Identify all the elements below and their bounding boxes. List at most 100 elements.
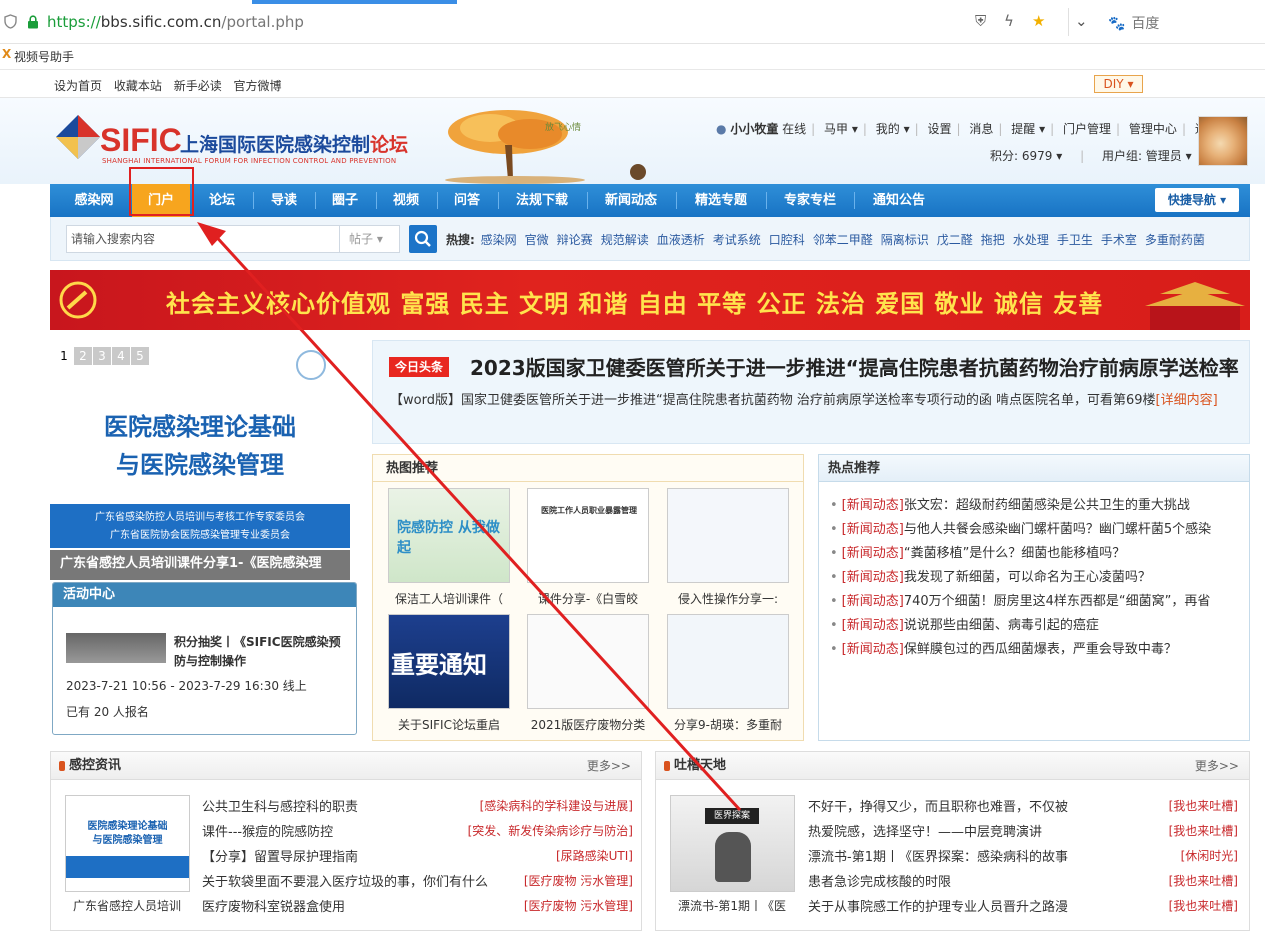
- topbar-link[interactable]: 收藏本站: [114, 79, 162, 93]
- slider-page[interactable]: 2: [74, 347, 92, 365]
- user-menu-my[interactable]: 我的: [876, 122, 900, 136]
- logo-sific[interactable]: SIFIC: [100, 122, 182, 159]
- search-engine-box[interactable]: 🐾 百度: [1108, 13, 1159, 33]
- talk-thumb-caption[interactable]: 漂流书-第1期丨《医: [678, 897, 786, 914]
- hot-search-link[interactable]: 手术室: [1101, 233, 1137, 247]
- chevron-down-icon[interactable]: ⌄: [1075, 12, 1088, 30]
- nav-item-ganran[interactable]: 感染网: [50, 184, 138, 217]
- nav-item-experts[interactable]: 专家专栏: [766, 184, 854, 217]
- activity-thumbnail[interactable]: [66, 633, 166, 663]
- hot-search-link[interactable]: 水处理: [1013, 233, 1049, 247]
- news-tag[interactable]: [医疗废物 污水管理]: [450, 897, 633, 914]
- talk-tag[interactable]: [我也来吐槽]: [1120, 797, 1238, 814]
- talk-item[interactable]: 患者急诊完成核酸的时限: [808, 871, 951, 890]
- nav-item-news[interactable]: 新闻动态: [587, 184, 675, 217]
- slider-page[interactable]: 4: [112, 347, 130, 365]
- news-thumb[interactable]: 医院感染理论基础 与医院感染管理: [65, 795, 190, 892]
- topbar-link[interactable]: 设为首页: [54, 79, 102, 93]
- star-icon[interactable]: ★: [1032, 12, 1045, 30]
- user-menu-settings[interactable]: 设置: [928, 122, 952, 136]
- news-item[interactable]: 【分享】留置导尿护理指南: [202, 846, 358, 865]
- topbar-link[interactable]: 官方微博: [234, 79, 282, 93]
- slider-page[interactable]: 5: [131, 347, 149, 365]
- talk-item[interactable]: 关于从事院感工作的护理专业人员晋升之路漫: [808, 896, 1068, 915]
- pic-thumb[interactable]: 重要通知: [388, 614, 510, 709]
- pic-caption[interactable]: 侵入性操作分享一:: [663, 590, 793, 607]
- diy-button[interactable]: DIY ▾: [1094, 75, 1143, 93]
- news-tag[interactable]: [突发、新发传染病诊疗与防治]: [450, 822, 633, 839]
- talk-tag[interactable]: [我也来吐槽]: [1120, 872, 1238, 889]
- user-menu-admin-center[interactable]: 管理中心: [1129, 122, 1177, 136]
- hot-search-link[interactable]: 多重耐药菌: [1145, 233, 1205, 247]
- headline-title[interactable]: 2023版国家卫健委医管所关于进一步推进“提高住院患者抗菌药物治疗前病原学送检率: [470, 352, 1239, 381]
- rec-item[interactable]: • [新闻动态]740万个细菌！厨房里这4样东西都是“细菌窝”，再省: [830, 590, 1240, 609]
- nav-item-topics[interactable]: 精选专题: [676, 184, 766, 217]
- rec-item[interactable]: • [新闻动态]张文宏：超级耐药细菌感染是公共卫生的重大挑战: [830, 494, 1240, 513]
- news-thumb-caption[interactable]: 广东省感控人员培训: [73, 897, 181, 914]
- headline-more-link[interactable]: [详细内容]: [1156, 393, 1218, 408]
- hot-search-link[interactable]: 血液透析: [657, 233, 705, 247]
- talk-tag[interactable]: [我也来吐槽]: [1120, 897, 1238, 914]
- search-button[interactable]: [409, 225, 437, 253]
- talk-item[interactable]: 不好干，挣得又少，而且职称也难晋，不仅被: [808, 796, 1068, 815]
- search-type-select[interactable]: 帖子 ▾: [340, 225, 400, 253]
- talk-tag[interactable]: [休闲时光]: [1120, 847, 1238, 864]
- nav-item-notices[interactable]: 通知公告: [854, 184, 944, 217]
- pic-caption[interactable]: 关于SIFIC论坛重启: [384, 716, 514, 733]
- slider-page[interactable]: 3: [93, 347, 111, 365]
- pic-caption[interactable]: 课件分享-《白雪皎: [523, 590, 653, 607]
- nav-item-downloads[interactable]: 法规下载: [498, 184, 586, 217]
- user-menu-messages[interactable]: 消息: [969, 122, 993, 136]
- pic-thumb[interactable]: [527, 614, 649, 709]
- hot-search-link[interactable]: 手卫生: [1057, 233, 1093, 247]
- rec-item[interactable]: • [新闻动态]“粪菌移植”是什么？细菌也能移植吗？: [830, 542, 1240, 561]
- pic-thumb[interactable]: 医院工作人员职业暴露管理: [527, 488, 649, 583]
- pic-thumb[interactable]: [667, 488, 789, 583]
- talk-tag[interactable]: [我也来吐槽]: [1120, 822, 1238, 839]
- search-input[interactable]: 请输入搜索内容: [66, 225, 340, 253]
- avatar[interactable]: [1198, 116, 1248, 166]
- activity-title[interactable]: 积分抽奖丨《SIFIC医院感染预 防与控制操作: [174, 633, 341, 671]
- quick-nav-button[interactable]: 快捷导航 ▾: [1155, 188, 1239, 212]
- logo-icon[interactable]: [54, 113, 102, 161]
- news-tag[interactable]: [尿路感染UTI]: [450, 847, 633, 864]
- slider-caption[interactable]: 广东省感控人员培训课件分享1-《医院感染理: [50, 550, 350, 580]
- user-menu-portal-admin[interactable]: 门户管理: [1063, 122, 1111, 136]
- pic-thumb[interactable]: [667, 614, 789, 709]
- hot-search-link[interactable]: 隔离标识: [881, 233, 929, 247]
- user-menu-reminders[interactable]: 提醒: [1011, 122, 1035, 136]
- bookmark-item[interactable]: 视频号助手: [14, 48, 74, 65]
- url-field[interactable]: https://bbs.sific.com.cn/portal.php: [47, 13, 304, 31]
- topbar-link[interactable]: 新手必读: [174, 79, 222, 93]
- pic-caption[interactable]: 保洁工人培训课件（: [384, 590, 514, 607]
- pic-caption[interactable]: 2021版医疗废物分类: [523, 716, 653, 733]
- nav-item-video[interactable]: 视频: [376, 184, 436, 217]
- points-link[interactable]: 积分: 6979: [990, 149, 1052, 163]
- slider-page[interactable]: 1: [55, 347, 73, 365]
- news-more-link[interactable]: 更多>>: [587, 752, 631, 780]
- values-banner[interactable]: 社会主义核心价值观 富强 民主 文明 和谐 自由 平等 公正 法治 爱国 敬业 …: [50, 270, 1250, 330]
- rec-item[interactable]: • [新闻动态]我发现了新细菌，可以命名为王心凌菌吗？: [830, 566, 1240, 585]
- hot-search-link[interactable]: 戊二醛: [937, 233, 973, 247]
- user-menu-majia[interactable]: 马甲: [824, 122, 848, 136]
- rec-item[interactable]: • [新闻动态]说说那些由细菌、病毒引起的癌症: [830, 614, 1240, 633]
- talk-thumb[interactable]: 医界探案: [670, 795, 795, 892]
- news-item[interactable]: 医疗废物科室锐器盒使用: [202, 896, 345, 915]
- pic-thumb[interactable]: 院感防控 从我做起: [388, 488, 510, 583]
- lightning-icon[interactable]: ϟ: [1004, 12, 1014, 30]
- hot-search-link[interactable]: 口腔科: [769, 233, 805, 247]
- news-tag[interactable]: [感染病科的学科建设与进展]: [450, 797, 633, 814]
- hot-search-link[interactable]: 感染网: [481, 233, 517, 247]
- hot-search-link[interactable]: 拖把: [981, 233, 1005, 247]
- usergroup-link[interactable]: 用户组: 管理员: [1102, 149, 1182, 163]
- username-link[interactable]: 小小牧童: [730, 122, 778, 136]
- news-item[interactable]: 课件---猴痘的院感防控: [202, 821, 333, 840]
- shield-icon[interactable]: [4, 14, 17, 29]
- nav-item-forum[interactable]: 论坛: [193, 184, 251, 217]
- nav-item-qa[interactable]: 问答: [437, 184, 497, 217]
- hot-search-link[interactable]: 邻苯二甲醛: [813, 233, 873, 247]
- news-tag[interactable]: [医疗废物 污水管理]: [450, 872, 633, 889]
- hot-search-link[interactable]: 规范解读: [601, 233, 649, 247]
- rec-item[interactable]: • [新闻动态]与他人共餐会感染幽门螺杆菌吗？幽门螺杆菌5个感染: [830, 518, 1240, 537]
- pic-caption[interactable]: 分享9-胡瑛：多重耐: [663, 716, 793, 733]
